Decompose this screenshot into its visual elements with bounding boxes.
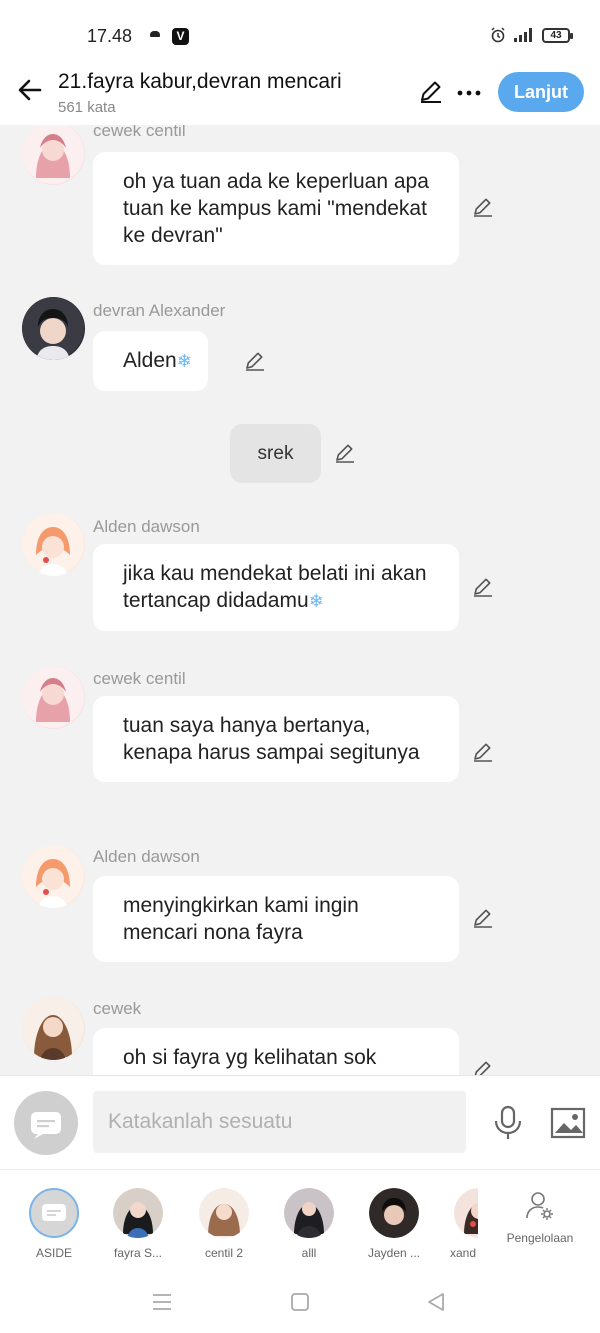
back-arrow-icon[interactable]: [16, 76, 44, 104]
image-icon[interactable]: [550, 1107, 586, 1139]
manage-characters-button[interactable]: Pengelolaan: [500, 1190, 580, 1245]
sender-name: Alden dawson: [93, 847, 200, 866]
character-avatar: [199, 1188, 249, 1238]
system-nav-bar: [0, 1269, 600, 1333]
character-name: alll: [301, 1246, 317, 1260]
edit-message-icon[interactable]: [471, 195, 495, 219]
aside-toggle-button[interactable]: [14, 1091, 78, 1155]
edit-message-icon[interactable]: [243, 349, 267, 373]
message-bubble[interactable]: tuan saya hanya bertanya, kenapa harus s…: [93, 696, 459, 782]
message-bubble[interactable]: Alden❄: [93, 331, 208, 391]
snowflake-icon: ❄: [176, 351, 192, 371]
edit-message-icon[interactable]: [471, 906, 495, 930]
sender-name: devran Alexander: [93, 301, 226, 320]
avatar[interactable]: [22, 845, 85, 908]
cloud-icon: [150, 31, 160, 37]
character-name: ASIDE: [35, 1246, 72, 1260]
pencil-icon[interactable]: [418, 78, 444, 104]
character-aside[interactable]: ASIDE: [19, 1188, 89, 1260]
character-avatar: [284, 1188, 334, 1238]
app-badge-icon: V: [172, 28, 189, 45]
signal-icon: [514, 28, 532, 42]
message-text: jika kau mendekat belati ini akan tertan…: [123, 562, 427, 612]
avatar[interactable]: [22, 125, 85, 185]
message-bubble[interactable]: jika kau mendekat belati ini akan tertan…: [93, 544, 459, 631]
chat-area[interactable]: cewek centil oh ya tuan ada ke keperluan…: [0, 125, 600, 1075]
avatar[interactable]: [22, 666, 85, 729]
character-item[interactable]: alll: [274, 1188, 344, 1260]
character-name: Jayden ...: [367, 1246, 421, 1260]
aside-avatar: [29, 1188, 79, 1238]
battery-icon: 43: [542, 27, 573, 43]
character-item[interactable]: xand: [444, 1188, 478, 1260]
character-avatar: [369, 1188, 419, 1238]
mic-icon[interactable]: [492, 1105, 524, 1141]
story-title: 21.fayra kabur,devran mencari: [58, 70, 342, 93]
message-bubble[interactable]: menyingkirkan kami ingin mencari nona fa…: [93, 876, 459, 962]
composer-bar: [0, 1075, 600, 1169]
character-picker: ASIDE fayra S... centil 2 alll Jayden ..…: [0, 1169, 600, 1269]
character-name: fayra S...: [113, 1246, 163, 1260]
message-text: Alden: [123, 349, 177, 372]
message-bubble[interactable]: oh si fayra yg kelihatan sok: [93, 1028, 459, 1075]
message-input[interactable]: [93, 1091, 466, 1153]
character-item[interactable]: Jayden ...: [359, 1188, 429, 1260]
avatar[interactable]: [22, 513, 85, 576]
edit-message-icon[interactable]: [333, 441, 357, 465]
story-header: 21.fayra kabur,devran mencari 561 kata L…: [0, 60, 600, 125]
narration-bubble[interactable]: srek: [230, 424, 321, 483]
character-avatar: [454, 1188, 478, 1238]
avatar[interactable]: [22, 297, 85, 360]
aside-icon: [31, 1112, 61, 1139]
character-name: centil 2: [204, 1246, 244, 1260]
next-button[interactable]: Lanjut: [498, 72, 584, 112]
sender-name: cewek centil: [93, 669, 186, 688]
edit-message-icon[interactable]: [471, 1058, 495, 1075]
status-time: 17.48: [87, 26, 133, 46]
nav-back-icon[interactable]: [425, 1291, 447, 1313]
avatar[interactable]: [22, 997, 85, 1060]
word-count: 561 kata: [58, 99, 116, 116]
manage-icon: [526, 1192, 553, 1220]
edit-message-icon[interactable]: [471, 740, 495, 764]
character-item[interactable]: centil 2: [189, 1188, 259, 1260]
sender-name: cewek centil: [93, 125, 186, 140]
edit-message-icon[interactable]: [471, 575, 495, 599]
character-avatar: [113, 1188, 163, 1238]
character-name: xand: [450, 1246, 477, 1260]
sender-name: Alden dawson: [93, 517, 200, 536]
alarm-icon: [491, 27, 505, 43]
manage-label: Pengelolaan: [506, 1231, 574, 1245]
nav-home-icon[interactable]: [289, 1291, 311, 1313]
status-icons: 43: [490, 27, 573, 43]
snowflake-icon: ❄: [308, 591, 324, 611]
nav-menu-icon[interactable]: [151, 1291, 173, 1313]
character-item[interactable]: fayra S...: [103, 1188, 173, 1260]
message-bubble[interactable]: oh ya tuan ada ke keperluan apa tuan ke …: [93, 152, 459, 265]
more-icon[interactable]: [456, 80, 482, 106]
sender-name: cewek: [93, 999, 142, 1018]
